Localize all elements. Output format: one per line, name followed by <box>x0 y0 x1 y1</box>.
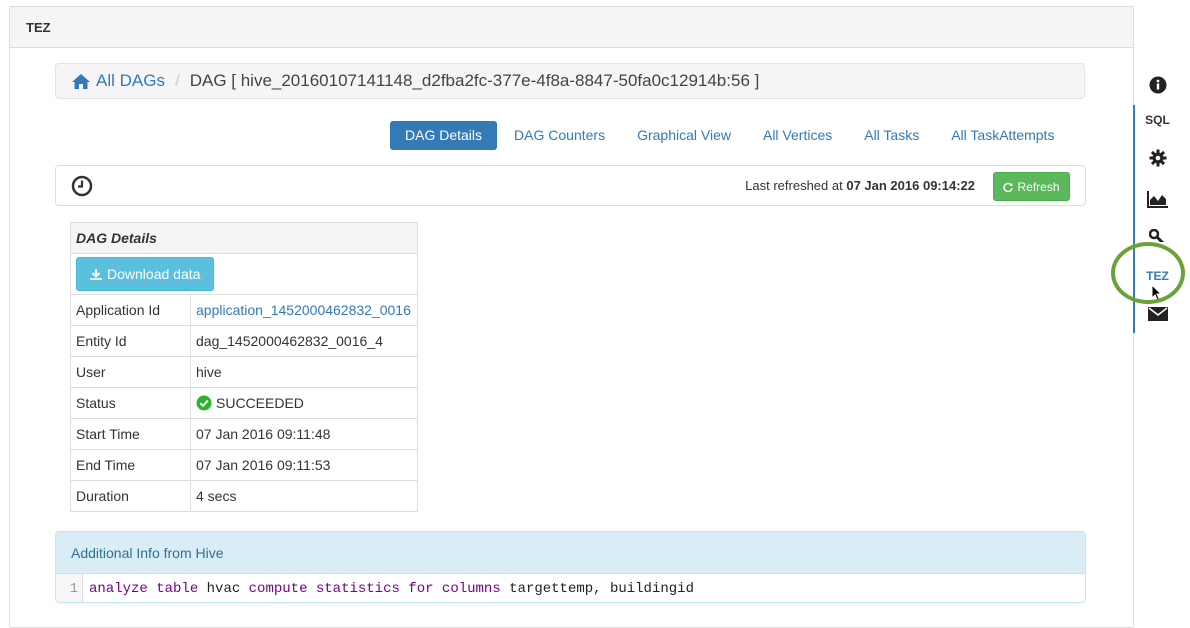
table-row: Duration 4 secs <box>70 480 418 512</box>
refresh-icon <box>1003 182 1014 192</box>
breadcrumb-all-dags-link[interactable]: All DAGs <box>71 71 165 91</box>
download-icon <box>90 269 102 280</box>
last-refreshed-timestamp: 07 Jan 2016 09:14:22 <box>846 178 975 193</box>
code-token: hvac <box>198 581 249 597</box>
info-rail-button[interactable] <box>1133 65 1182 105</box>
duration-value: 4 secs <box>190 480 418 512</box>
table-row: Entity Id dag_1452000462832_0016_4 <box>70 325 418 357</box>
clock-icon <box>71 175 93 197</box>
code-token: targettemp, buildingid <box>500 581 694 597</box>
user-label: User <box>70 356 191 388</box>
status-label: Status <box>70 387 191 419</box>
download-data-label: Download data <box>107 266 201 282</box>
code-token: for <box>408 581 434 597</box>
tab-all-tasks[interactable]: All Tasks <box>849 121 934 150</box>
tools-rail-button[interactable] <box>1133 220 1182 242</box>
code-token: compute <box>248 581 308 597</box>
application-id-label: Application Id <box>70 294 191 326</box>
settings-rail-button[interactable] <box>1133 138 1182 178</box>
area-chart-icon <box>1146 191 1168 208</box>
dag-details-table: DAG Details Download data Application Id… <box>70 222 418 512</box>
code-token: table <box>156 581 199 597</box>
messages-rail-button[interactable] <box>1133 303 1182 323</box>
start-time-value: 07 Jan 2016 09:11:48 <box>190 418 418 450</box>
table-row: End Time 07 Jan 2016 09:11:53 <box>70 449 418 481</box>
last-refreshed-prefix: Last refreshed at <box>745 178 843 193</box>
wrench-icon <box>1148 229 1164 242</box>
last-refreshed-text: Last refreshed at 07 Jan 2016 09:14:22 <box>745 178 975 193</box>
tab-graphical-view[interactable]: Graphical View <box>622 121 746 150</box>
dag-details-title: DAG Details <box>70 222 418 254</box>
end-time-label: End Time <box>70 449 191 481</box>
panel-title: TEZ <box>10 7 1133 48</box>
entity-id-value: dag_1452000462832_0016_4 <box>190 325 418 357</box>
duration-label: Duration <box>70 480 191 512</box>
query-code: analyze table hvac compute statistics fo… <box>83 581 694 597</box>
code-token: analyze <box>89 581 148 597</box>
additional-info-title: Additional Info from Hive <box>56 532 1085 574</box>
code-token: statistics <box>315 581 400 597</box>
tab-dag-counters[interactable]: DAG Counters <box>499 121 620 150</box>
line-number: 1 <box>56 574 83 602</box>
tab-dag-details[interactable]: DAG Details <box>390 121 498 150</box>
breadcrumb-separator: / <box>174 71 180 90</box>
end-time-value: 07 Jan 2016 09:11:53 <box>190 449 418 481</box>
refresh-button-label: Refresh <box>1017 179 1060 194</box>
breadcrumb-current: DAG [ hive_20160107141148_d2fba2fc-377e-… <box>189 71 760 90</box>
table-row: Start Time 07 Jan 2016 09:11:48 <box>70 418 418 450</box>
chart-rail-button[interactable] <box>1133 179 1182 219</box>
code-token: columns <box>441 581 501 597</box>
status-text: SUCCEEDED <box>216 395 304 411</box>
highlight-circle <box>1111 242 1185 304</box>
table-row: Application Id application_1452000462832… <box>70 294 418 326</box>
start-time-label: Start Time <box>70 418 191 450</box>
download-data-button[interactable]: Download data <box>76 257 215 291</box>
tab-all-vertices[interactable]: All Vertices <box>748 121 847 150</box>
info-icon <box>1149 76 1166 94</box>
refresh-bar: Last refreshed at 07 Jan 2016 09:14:22 R… <box>55 165 1086 206</box>
user-value: hive <box>190 356 418 388</box>
envelope-icon <box>1147 307 1168 321</box>
table-row: User hive <box>70 356 418 388</box>
application-id-link[interactable]: application_1452000462832_0016 <box>196 302 411 318</box>
dag-tabs: DAG Details DAG Counters Graphical View … <box>390 121 1071 150</box>
check-circle-icon <box>196 395 212 411</box>
breadcrumb-home-label: All DAGs <box>96 71 165 90</box>
additional-info-panel: Additional Info from Hive 1 analyze tabl… <box>55 531 1086 603</box>
entity-id-label: Entity Id <box>70 325 191 357</box>
sql-rail-button[interactable]: SQL <box>1133 100 1182 140</box>
home-icon <box>72 73 90 89</box>
breadcrumb: All DAGs / DAG [ hive_20160107141148_d2f… <box>55 63 1085 99</box>
table-row: Status SUCCEEDED <box>70 387 418 419</box>
gear-icon <box>1149 149 1166 167</box>
tab-all-task-attempts[interactable]: All TaskAttempts <box>936 121 1069 150</box>
status-value: SUCCEEDED <box>196 395 412 411</box>
query-code-editor[interactable]: 1 analyze table hvac compute statistics … <box>56 574 1085 602</box>
sql-label: SQL <box>1145 113 1170 127</box>
refresh-button[interactable]: Refresh <box>993 172 1070 201</box>
